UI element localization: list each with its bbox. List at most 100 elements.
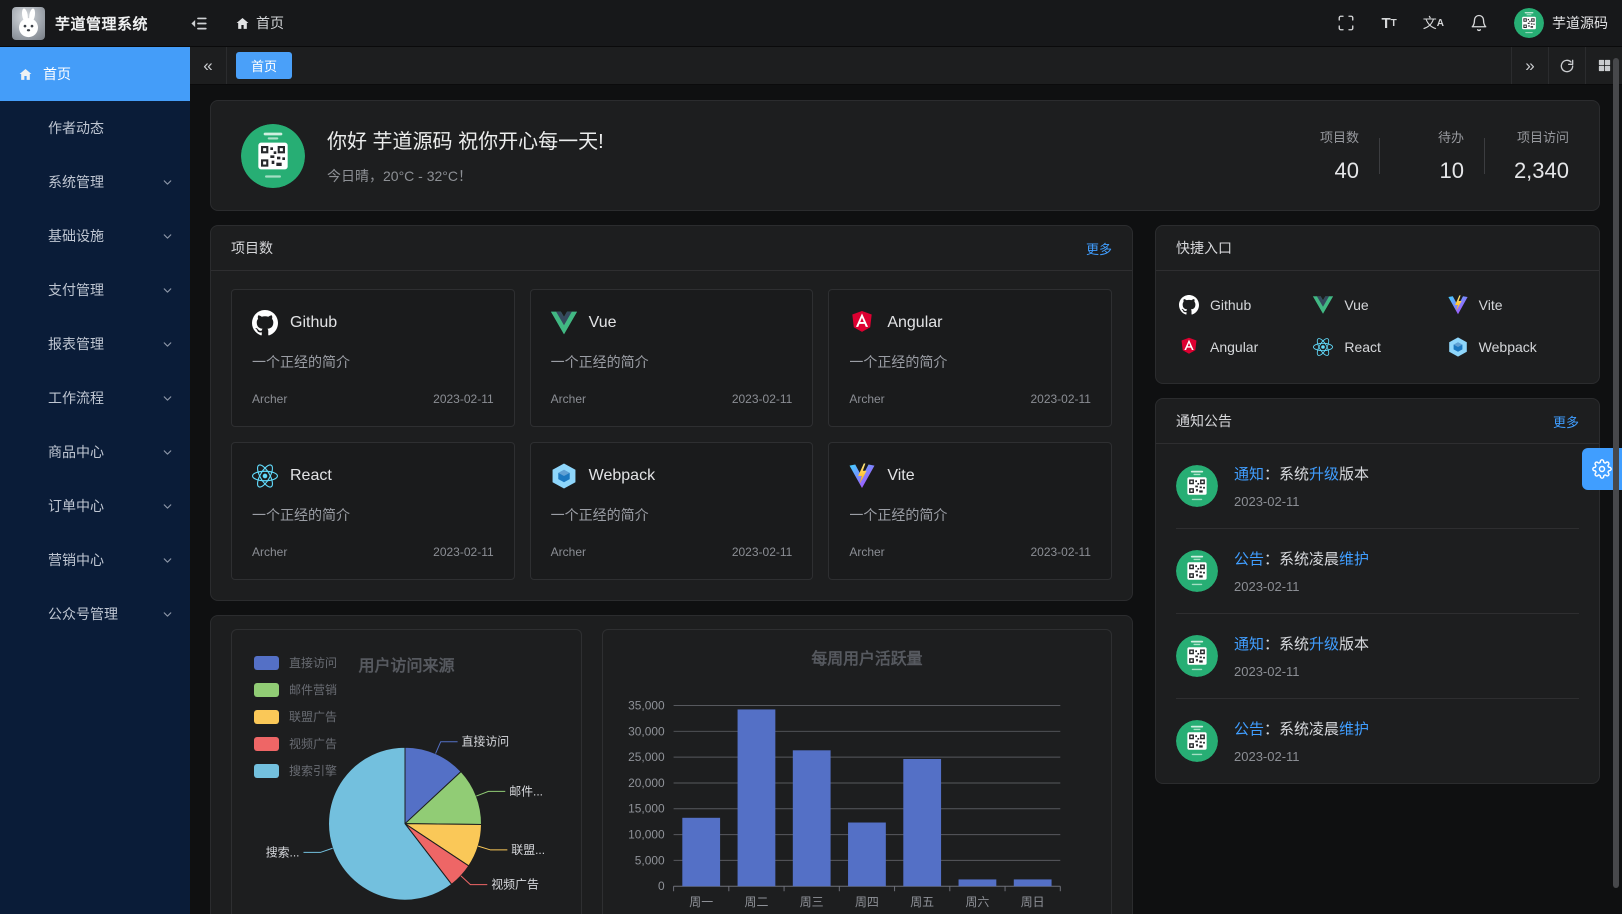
bar-周二[interactable] [738,709,776,886]
notice-date: 2023-02-11 [1234,664,1369,679]
project-desc: 一个正经的简介 [849,505,1091,525]
bell-icon[interactable] [1470,14,1488,32]
tabs: 首页 [227,52,1511,79]
sidebar-item-8[interactable]: 订单中心 [0,479,190,533]
user-menu[interactable]: 芋道源码 [1514,8,1608,38]
angular-icon [849,310,875,336]
project-card-angular[interactable]: Angular一个正经的简介Archer2023-02-11 [828,289,1112,427]
welcome-card: 你好 芋道源码 祝你开心每一天! 今日晴，20°C - 32°C！ 项目数 40… [210,100,1600,211]
stat-divider [1379,138,1380,174]
vue-icon [551,310,577,336]
project-author: Archer [849,545,884,559]
y-tick-label: 0 [658,879,665,893]
projects-card: 项目数 更多 Github一个正经的简介Archer2023-02-11Vue一… [210,225,1133,601]
sidebar-item-label: 订单中心 [48,496,104,516]
projects-card-title: 项目数 [231,238,273,258]
x-tick-label: 周三 [800,895,824,909]
notice-avatar [1176,465,1218,507]
bar-周日[interactable] [1014,879,1052,886]
project-card-vite[interactable]: Vite一个正经的简介Archer2023-02-11 [828,442,1112,580]
stat-todo: 待办 10 [1400,127,1464,184]
font-size-icon[interactable]: TT [1381,15,1396,32]
chevron-down-icon [161,338,174,351]
sidebar-item-3[interactable]: 基础设施 [0,209,190,263]
project-card-vue[interactable]: Vue一个正经的简介Archer2023-02-11 [530,289,814,427]
shortcut-vite[interactable]: Vite [1445,295,1579,315]
bar-chart-panel: 每周用户活跃量05,00010,00015,00020,00025,00030,… [602,629,1112,914]
project-desc: 一个正经的简介 [551,352,793,372]
sidebar-item-0[interactable]: 首页 [0,47,190,101]
sidebar-item-4[interactable]: 支付管理 [0,263,190,317]
sidebar-item-5[interactable]: 报表管理 [0,317,190,371]
pie-label-line [478,846,507,850]
notice-item-3[interactable]: 公告：系统凌晨维护2023-02-11 [1176,699,1579,783]
pie-label: 直接访问 [462,735,510,749]
bar-chart: 每周用户活跃量05,00010,00015,00020,00025,00030,… [603,630,1111,914]
pie-label-line [436,742,458,754]
webpack-icon [1448,337,1468,357]
breadcrumb[interactable]: 首页 [235,13,284,33]
y-tick-label: 35,000 [628,698,665,712]
welcome-stats: 项目数 40 待办 10 项目访问 2,340 [1295,127,1569,184]
sidebar-item-7[interactable]: 商品中心 [0,425,190,479]
vite-icon [1448,295,1468,315]
pie-label-line [461,876,487,885]
notice-title: 通知：系统升级版本 [1234,463,1369,484]
sidebar-item-label: 报表管理 [48,334,104,354]
tab-home[interactable]: 首页 [236,52,292,79]
project-date: 2023-02-11 [732,545,793,559]
sidebar-item-label: 营销中心 [48,550,104,570]
pie-label: 视频广告 [491,878,539,892]
sidebar-item-6[interactable]: 工作流程 [0,371,190,425]
sidebar-item-label: 首页 [43,64,71,84]
scrollbar-thumb[interactable] [1613,58,1619,888]
project-author: Archer [252,392,287,406]
stat-projects: 项目数 40 [1295,127,1359,184]
home-icon [235,16,250,31]
bar-周三[interactable] [793,750,831,886]
shortcut-angular[interactable]: Angular [1176,337,1310,357]
menu-fold-icon[interactable] [190,14,209,33]
shortcut-label: React [1344,339,1381,355]
notice-item-1[interactable]: 公告：系统凌晨维护2023-02-11 [1176,529,1579,614]
username: 芋道源码 [1552,13,1608,33]
project-card-react[interactable]: React一个正经的简介Archer2023-02-11 [231,442,515,580]
shortcut-webpack[interactable]: Webpack [1445,337,1579,357]
project-card-webpack[interactable]: Webpack一个正经的简介Archer2023-02-11 [530,442,814,580]
project-card-github[interactable]: Github一个正经的简介Archer2023-02-11 [231,289,515,427]
shortcut-react[interactable]: React [1310,337,1444,357]
locale-icon[interactable]: 文A [1423,13,1444,33]
notices-more-link[interactable]: 更多 [1553,412,1579,431]
sidebar-item-9[interactable]: 营销中心 [0,533,190,587]
sidebar-item-label: 作者动态 [48,118,104,138]
sidebar-item-2[interactable]: 系统管理 [0,155,190,209]
bar-周一[interactable] [682,818,720,886]
tabs-scroll-left-icon[interactable]: « [190,47,227,84]
tabs-scroll-right-icon[interactable]: » [1511,47,1548,84]
github-icon [252,310,278,336]
home-icon [18,67,33,82]
refresh-icon[interactable] [1548,47,1585,84]
bar-周五[interactable] [903,759,941,886]
project-author: Archer [849,392,884,406]
notice-item-2[interactable]: 通知：系统升级版本2023-02-11 [1176,614,1579,699]
project-desc: 一个正经的简介 [252,352,494,372]
x-tick-label: 周一 [689,895,713,909]
stat-visits: 项目访问 2,340 [1505,127,1569,184]
notice-avatar [1176,550,1218,592]
bar-周四[interactable] [848,823,886,887]
bar-周六[interactable] [959,879,997,886]
sidebar-item-10[interactable]: 公众号管理 [0,587,190,641]
shortcut-vue[interactable]: Vue [1310,295,1444,315]
project-date: 2023-02-11 [433,392,494,406]
fullscreen-icon[interactable] [1337,14,1355,32]
breadcrumb-item: 首页 [256,13,284,33]
react-icon [252,463,278,489]
shortcut-github[interactable]: Github [1176,295,1310,315]
sidebar-item-1[interactable]: 作者动态 [0,101,190,155]
chevron-down-icon [161,554,174,567]
notice-item-0[interactable]: 通知：系统升级版本2023-02-11 [1176,444,1579,529]
project-author: Archer [252,545,287,559]
projects-more-link[interactable]: 更多 [1086,239,1112,258]
pie-label: 联盟... [511,843,545,857]
